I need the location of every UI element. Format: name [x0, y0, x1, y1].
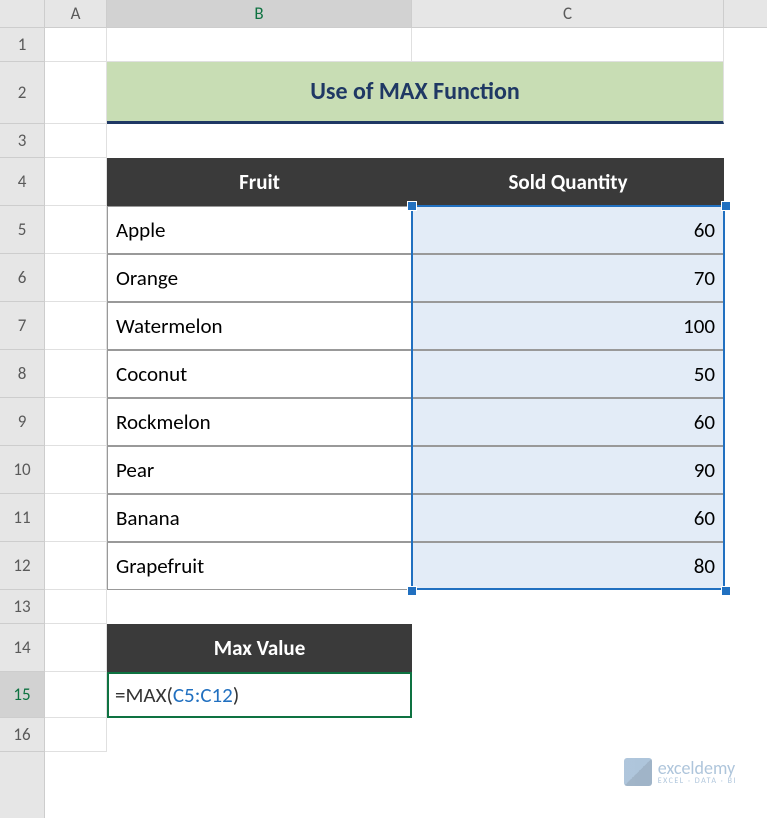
row-header-6[interactable]: 6: [0, 254, 44, 302]
grid: Use of MAX Function Fruit Sold Quantity …: [45, 28, 767, 752]
row-header-4[interactable]: 4: [0, 158, 44, 206]
cell-c10[interactable]: 90: [412, 446, 724, 494]
row-header-7[interactable]: 7: [0, 302, 44, 350]
row-header-5[interactable]: 5: [0, 206, 44, 254]
cell-b13[interactable]: [107, 590, 412, 624]
formula-function: MAX: [125, 682, 166, 708]
row-header-9[interactable]: 9: [0, 398, 44, 446]
row-header-14[interactable]: 14: [0, 624, 44, 672]
col-header-b[interactable]: B: [107, 0, 412, 27]
cell-c8[interactable]: 50: [412, 350, 724, 398]
selection-handle-bl[interactable]: [407, 586, 417, 596]
selection-handle-br[interactable]: [721, 586, 731, 596]
formula-cell[interactable]: =MAX(C5:C12): [107, 672, 412, 718]
cell-a6[interactable]: [45, 254, 107, 302]
cell-a12[interactable]: [45, 542, 107, 590]
cell-a5[interactable]: [45, 206, 107, 254]
cell-b16[interactable]: [107, 718, 412, 752]
cell-a14[interactable]: [45, 624, 107, 672]
row-header-15[interactable]: 15: [0, 672, 44, 718]
cell-c1[interactable]: [412, 28, 724, 62]
title-banner[interactable]: Use of MAX Function: [107, 62, 724, 124]
row-header-11[interactable]: 11: [0, 494, 44, 542]
cell-a9[interactable]: [45, 398, 107, 446]
watermark: exceldemy EXCEL · DATA · BI: [624, 758, 737, 786]
cell-a7[interactable]: [45, 302, 107, 350]
cell-a2[interactable]: [45, 62, 107, 124]
cell-c14[interactable]: [412, 624, 724, 672]
cell-b10[interactable]: Pear: [107, 446, 412, 494]
formula-equals: =: [115, 682, 125, 708]
cell-b6[interactable]: Orange: [107, 254, 412, 302]
selection-handle-tl[interactable]: [407, 201, 417, 211]
cell-a3[interactable]: [45, 124, 107, 158]
row-header-1[interactable]: 1: [0, 28, 44, 62]
header-fruit[interactable]: Fruit: [107, 158, 412, 206]
spreadsheet: 1 2 3 4 5 6 7 8 9 10 11 12 13 14 15 16 A…: [0, 0, 767, 818]
cell-c16[interactable]: [412, 718, 724, 752]
cell-a13[interactable]: [45, 590, 107, 624]
cell-c6[interactable]: 70: [412, 254, 724, 302]
selection-handle-tr[interactable]: [721, 201, 731, 211]
row-header-16[interactable]: 16: [0, 718, 44, 752]
cell-c3[interactable]: [412, 124, 724, 158]
cell-a1[interactable]: [45, 28, 107, 62]
formula-reference: C5:C12: [173, 682, 233, 708]
column-headers: A B C: [45, 0, 767, 28]
cell-b3[interactable]: [107, 124, 412, 158]
row-header-12[interactable]: 12: [0, 542, 44, 590]
cell-c9[interactable]: 60: [412, 398, 724, 446]
cell-b8[interactable]: Coconut: [107, 350, 412, 398]
watermark-tagline: EXCEL · DATA · BI: [658, 777, 737, 785]
cell-b7[interactable]: Watermelon: [107, 302, 412, 350]
cell-c12[interactable]: 80: [412, 542, 724, 590]
cell-b1[interactable]: [107, 28, 412, 62]
cell-a8[interactable]: [45, 350, 107, 398]
row-headers: 1 2 3 4 5 6 7 8 9 10 11 12 13 14 15 16: [0, 0, 45, 818]
cell-b9[interactable]: Rockmelon: [107, 398, 412, 446]
main-area: A B C Use of MAX Function: [45, 0, 767, 818]
row-header-13[interactable]: 13: [0, 590, 44, 624]
cell-c7[interactable]: 100: [412, 302, 724, 350]
cell-a16[interactable]: [45, 718, 107, 752]
cell-a15[interactable]: [45, 672, 107, 718]
cell-b12[interactable]: Grapefruit: [107, 542, 412, 590]
row-header-2[interactable]: 2: [0, 62, 44, 124]
row-header-10[interactable]: 10: [0, 446, 44, 494]
cell-c15[interactable]: [412, 672, 724, 718]
corner-cell[interactable]: [0, 0, 44, 28]
cell-b5[interactable]: Apple: [107, 206, 412, 254]
cell-c13[interactable]: [412, 590, 724, 624]
row-header-3[interactable]: 3: [0, 124, 44, 158]
cell-b11[interactable]: Banana: [107, 494, 412, 542]
watermark-text: exceldemy EXCEL · DATA · BI: [658, 759, 737, 785]
cell-a4[interactable]: [45, 158, 107, 206]
row-header-8[interactable]: 8: [0, 350, 44, 398]
max-value-header[interactable]: Max Value: [107, 624, 412, 672]
col-header-c[interactable]: C: [412, 0, 724, 27]
col-header-a[interactable]: A: [45, 0, 107, 27]
cell-c11[interactable]: 60: [412, 494, 724, 542]
header-qty[interactable]: Sold Quantity: [412, 158, 724, 206]
cell-a10[interactable]: [45, 446, 107, 494]
formula-close-paren: ): [233, 682, 239, 708]
watermark-name: exceldemy: [658, 759, 737, 777]
cell-c5[interactable]: 60: [412, 206, 724, 254]
cell-a11[interactable]: [45, 494, 107, 542]
watermark-icon: [624, 758, 652, 786]
